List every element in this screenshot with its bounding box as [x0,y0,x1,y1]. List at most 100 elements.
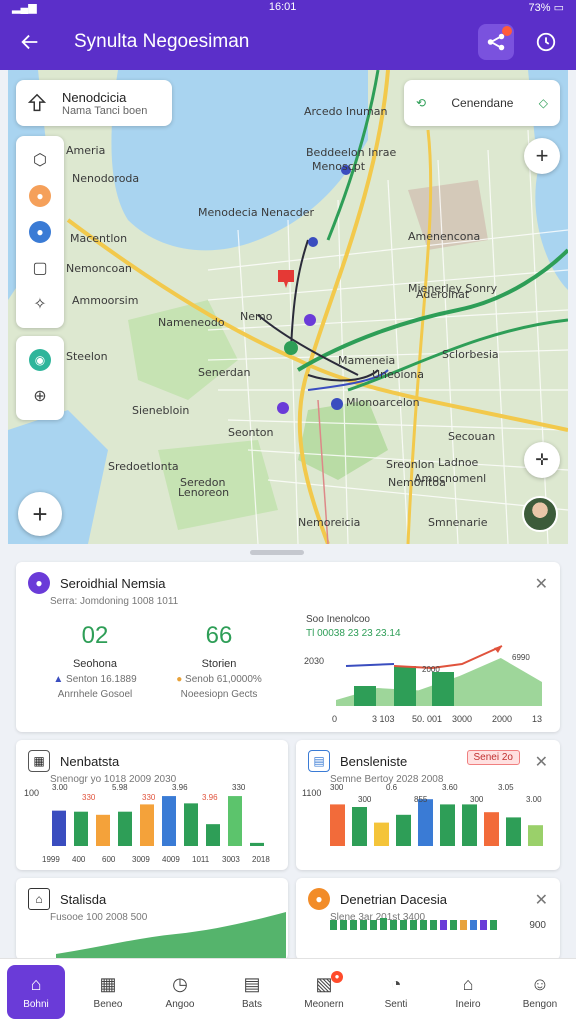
home-icon: ⌂ [30,973,42,994]
sparkle-icon[interactable]: ✧ [22,286,58,322]
sheet-handle[interactable] [250,550,304,555]
small-card-2: ● Denetrian Dacesia Slene 3ar 201st 3400… [296,878,560,960]
chart-bar [184,803,198,846]
x-tick-label: 1011 [192,855,210,864]
calendar-icon: ▦ [99,973,117,994]
map-label: Macentlon [70,232,128,245]
alert-icon: ● [308,888,330,910]
data-label: 330 [142,793,156,802]
house-icon: ⌂ [462,973,474,994]
data-label: 855 [414,795,428,804]
center-label: Cenendane [451,96,514,110]
page-title: Synulta Negoesiman [74,31,250,52]
close-icon[interactable]: ✕ [535,752,548,772]
data-label: 3.05 [498,784,514,792]
clock-icon: ◔ [390,973,402,994]
map-label: Menodecia Nenacder [198,206,315,219]
x-tick-label: 2000 [492,714,512,724]
data-label: 300 [358,795,372,804]
map-label: Mlonoarcelon [346,396,420,409]
mini-area-chart [56,912,286,960]
summary-subtitle: Serra: Jomdoning 1008 1011 [50,596,179,607]
map-label: Ameria [66,144,106,157]
target-icon[interactable]: ◉ [22,342,58,378]
map-view[interactable]: Ameria Nenodoroda Arcedo Inuman Beddeelo… [8,70,568,544]
data-label: 2000 [422,665,440,674]
nav-item-grid[interactable]: ▤ Bats [223,965,281,1019]
stat-1: 02 Seohona ▲ Senton 16.1889 Anrnhele Gos… [40,622,150,700]
map-label: Nameneodo [158,316,225,329]
map-label: Secouan [448,430,496,443]
x-tick-label: 1999 [42,855,60,864]
nav-item-messages[interactable]: ▧ Meonern ● [295,965,353,1019]
bar-chart-1: 100 3.00 330 5.98 330 3.96 3.96 330 1999 400 600 30… [24,784,270,864]
locate-icon[interactable]: ⊕ [22,378,58,414]
notification-dot [502,26,512,36]
nav-item-calendar[interactable]: ▦ Beneo [79,965,137,1019]
map-label: Mienerley Sonry [408,282,498,295]
x-tick-label: 3 103 [372,714,395,724]
map-tools-panel-2: ◉ ⊕ [16,336,64,420]
map-label: Smnenarie [428,516,488,529]
map-label: Seonton [228,426,274,439]
location-card[interactable]: Nenodcicia Nama Tanci boen [16,80,172,126]
data-label: 300 [330,784,344,792]
poi-orange-icon[interactable]: ● [22,178,58,214]
layers-icon[interactable]: ⬡ [22,142,58,178]
poi-blue-icon[interactable]: ● [22,214,58,250]
center-arrow-icon: ⟲ [416,96,427,110]
status-time: 16:01 [268,1,297,13]
center-button[interactable]: ⟲ Cenendane ◇ [404,80,560,126]
document-icon[interactable]: ▢ [22,250,58,286]
nav-item-profile[interactable]: ☺ Bengon [511,965,569,1019]
stat-2-value: 66 [205,622,233,649]
stat-2-sub: ● Senob 61,0000% [176,674,262,685]
map-label: Seredon [180,476,226,489]
chart-bar [118,811,132,846]
chart-bar [228,796,242,846]
close-icon[interactable]: ✕ [535,890,548,910]
chart-bar [506,817,521,846]
small-card-1-title: Stalisda [60,891,107,907]
chart-bar [396,814,411,846]
data-label: 3.60 [442,784,458,792]
bar-chart-2: 1100 300 300 0.6 855 3.60 300 3.05 3.00 [302,784,543,846]
zoom-in-button[interactable]: + [524,138,560,174]
x-tick-label: 400 [72,855,86,864]
share-button[interactable] [478,24,514,60]
x-tick-label: 2018 [252,855,270,864]
stat-1-sub: ▲ Senton 16.1889 [53,674,137,685]
data-label: 3.00 [52,784,68,792]
recenter-button[interactable]: ✛ [524,442,560,478]
map-label: Senerdan [198,366,251,379]
area-chart-subtitle: Tl 00038 23 23 23.14 [306,628,401,639]
map-label: Nemoritoa [388,476,446,489]
avatar[interactable] [522,496,558,532]
map-label: Sreonlon [386,458,435,471]
add-button[interactable]: + [18,492,62,536]
status-bar: ▂▄▆ 16:01 73% ▭ [0,0,576,14]
nav-item-compass[interactable]: ◷ Angoo [151,965,209,1019]
stat-2: 66 Storien ● Senob 61,0000% Noeesiopn Ge… [164,622,274,700]
clock-button[interactable] [528,24,564,60]
x-tick-label: 600 [102,855,116,864]
inbox-icon: ▧ [315,973,333,994]
list-icon: ▤ [308,750,330,772]
data-label: 330 [232,784,246,792]
data-label: 5.98 [112,784,128,792]
nav-item-home2[interactable]: ⌂ Ineiro [439,965,497,1019]
map-label: Nenodoroda [72,172,140,185]
map-label: Sienebloin [132,404,190,417]
map-label: Amenencona [408,230,481,243]
map-label: Arcedo Inuman [304,105,388,118]
status-badge: Senei 2o [466,750,520,765]
nav-item-home[interactable]: ⌂ Bohni [7,964,65,1019]
chart-bar [432,672,454,706]
back-arrow-icon[interactable] [12,24,48,60]
nav-item-clock[interactable]: ◔ Senti [367,965,425,1019]
chart-bar [394,666,416,706]
map-label: Menoscpt [312,160,366,173]
close-icon[interactable]: ✕ [535,574,548,594]
app-bar: Synulta Negoesiman [0,14,576,70]
location-title: Nenodcicia [62,89,127,105]
